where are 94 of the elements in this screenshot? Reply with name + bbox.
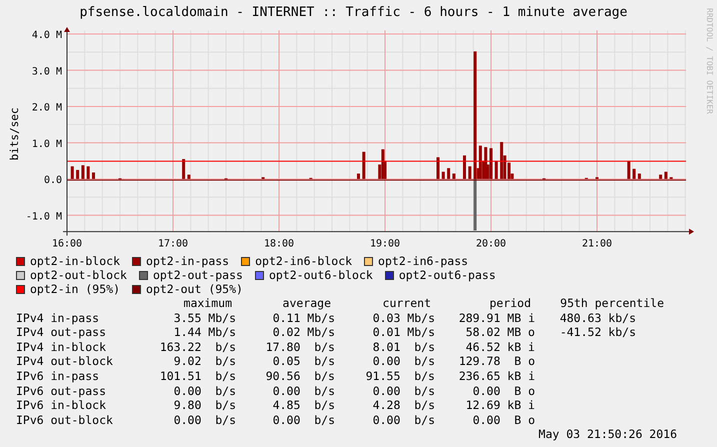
legend-label: opt2-out6-block [268, 269, 373, 282]
traffic-bar [76, 170, 80, 179]
column-header: 95th percentile [560, 296, 664, 311]
traffic-bar [81, 165, 84, 179]
row-label: IPv6 out-pass [16, 384, 106, 398]
stat-value: 9.80 b/s [174, 398, 236, 413]
stat-value: 0.00 b/s [272, 384, 335, 398]
stat-value: 0.01 Mb/s [372, 325, 435, 340]
traffic-bar [436, 157, 440, 179]
stat-value: 0.00 b/s [372, 354, 435, 369]
stat-value: 9.02 b/s [174, 354, 236, 369]
y-tick-label: 0.0 [44, 175, 62, 186]
traffic-bar [442, 172, 445, 179]
graph-title: pfsense.localdomain - INTERNET :: Traffic - 6 hours - 1 minute average [80, 4, 628, 22]
x-tick-label: 18:00 [264, 238, 294, 250]
stat-value: 58.02 MB o [466, 325, 535, 340]
stat-value: 129.78 B o [458, 354, 535, 369]
column-header: maximum [184, 296, 232, 311]
stat-value: 163.22 b/s [160, 340, 236, 354]
stat-value: 1.44 Mb/s [174, 325, 236, 340]
row-label: IPv4 in-pass [16, 310, 100, 325]
row-label: IPv6 in-pass [16, 368, 100, 383]
traffic-bar [357, 174, 360, 179]
stat-value: 0.00 b/s [372, 412, 435, 428]
x-tick-label: 17:00 [158, 238, 188, 250]
x-tick-label: 19:00 [370, 238, 400, 250]
legend-label: opt2-out-block [30, 269, 127, 282]
legend-label: opt2-out (95%) [146, 283, 243, 296]
traffic-bar [632, 168, 636, 179]
row-label: IPv4 in-block [16, 340, 106, 354]
traffic-bar [664, 172, 668, 179]
stat-value: 3.55 Mb/s [174, 310, 236, 326]
stat-value: 0.11 Mb/s [272, 310, 335, 326]
traffic-bar [70, 166, 74, 179]
stat-value: 8.01 b/s [372, 340, 435, 354]
legend-label: opt2-in6-pass [378, 255, 468, 268]
y-tick-label: 3.0 M [32, 66, 62, 78]
stat-value: 0.00 B o [472, 412, 535, 428]
legend-label: opt2-in (95%) [30, 283, 120, 296]
timestamp: May 03 21:50:26 2016 [538, 427, 677, 442]
stat-value: 101.51 b/s [160, 368, 236, 384]
legend-label: opt2-in-pass [146, 255, 230, 268]
traffic-bar [447, 168, 450, 179]
stat-value: 0.02 Mb/s [272, 325, 335, 340]
traffic-bar [638, 174, 641, 179]
stat-value: 289.91 MB i [458, 310, 535, 326]
stat-value: 91.55 b/s [366, 368, 435, 384]
signature-text: RRDTOOL / TOBI OETIKER [704, 8, 715, 114]
traffic-bar [494, 160, 498, 179]
stat-value: 4.28 b/s [372, 398, 435, 413]
legend-label: opt2-in-block [30, 255, 120, 268]
traffic-bar [187, 174, 190, 179]
stat-value: 90.56 b/s [266, 368, 335, 384]
row-label: IPv4 out-block [16, 354, 113, 368]
traffic-bar [362, 152, 366, 179]
stat-value: 0.00 b/s [272, 412, 335, 428]
stat-value: 0.05 b/s [272, 354, 335, 369]
stat-value: 236.65 kB i [458, 368, 535, 384]
stat-value: 46.52 kB i [466, 340, 535, 354]
stat-value: 0.00 b/s [174, 384, 236, 398]
legend-label: opt2-in6-block [255, 255, 352, 268]
stat-value: 17.80 b/s [266, 340, 335, 354]
y-axis-label: bits/sec [8, 108, 21, 160]
column-header: average [282, 296, 331, 311]
traffic-bar [627, 160, 630, 179]
stat-value: 0.00 b/s [174, 412, 236, 428]
x-tick-label: 21:00 [582, 238, 612, 250]
column-header: current [382, 296, 431, 311]
traffic-bar [463, 155, 466, 179]
traffic-bar [92, 172, 95, 179]
stat-value: 0.00 b/s [372, 384, 435, 398]
row-label: IPv4 out-pass [16, 325, 106, 340]
stat-value: 4.85 b/s [272, 398, 335, 413]
legend-label: opt2-out-pass [152, 269, 243, 282]
traffic-bar [182, 159, 186, 179]
stat-value: 480.63 kb/s [560, 310, 636, 326]
y-tick-label: -1.0 M [26, 211, 62, 222]
traffic-bar [468, 166, 472, 179]
row-label: IPv6 out-block [16, 412, 113, 427]
x-tick-label: 16:00 [52, 238, 82, 250]
stat-value: 12.69 kB i [466, 398, 535, 413]
y-tick-label: 1.0 M [32, 138, 62, 150]
traffic-bar [452, 174, 456, 179]
traffic-bar [86, 166, 90, 179]
x-tick-label: 20:00 [476, 238, 506, 250]
stat-value: 0.00 B o [472, 384, 535, 398]
y-tick-label: 4.0 M [32, 30, 62, 41]
stat-value: 0.03 Mb/s [372, 310, 435, 326]
column-header: period [489, 296, 531, 311]
legend-label: opt2-out6-pass [398, 269, 496, 282]
row-label: IPv6 in-block [16, 398, 106, 412]
traffic-bar [659, 174, 662, 179]
y-tick-label: 2.0 M [32, 102, 62, 114]
stat-value: -41.52 kb/s [560, 325, 636, 340]
